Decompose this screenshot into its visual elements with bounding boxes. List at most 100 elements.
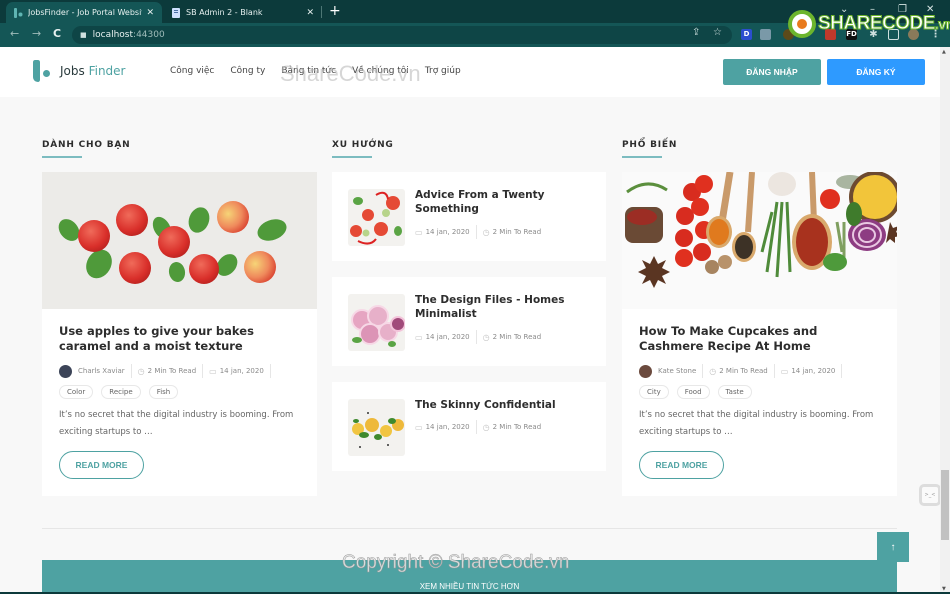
nav-companies[interactable]: Công ty: [230, 66, 265, 76]
section-title-popular: PHỔ BIẾN: [622, 140, 678, 158]
logo-text-finder: Finder: [88, 64, 126, 78]
tag-list: Color Recipe Fish: [59, 385, 300, 399]
share-icon[interactable]: ⇪: [692, 27, 700, 38]
tab-title: JobsFinder - Job Portal Website T: [28, 8, 142, 17]
main-nav: Công việc Công ty Bảng tin tức Về chúng …: [170, 66, 477, 76]
tag[interactable]: Fish: [148, 385, 179, 399]
nav-help[interactable]: Trợ giúp: [425, 66, 461, 76]
sharecode-watermark-logo: SHARECODE.vn: [788, 10, 950, 38]
page-content: Jobs Finder Công việc Công ty Bảng tin t…: [0, 47, 940, 594]
new-tab-button[interactable]: +: [329, 2, 341, 20]
read-more-button[interactable]: READ MORE: [639, 451, 724, 479]
article-title[interactable]: How To Make Cupcakes and Cashmere Recipe…: [639, 324, 880, 354]
address-bar[interactable]: ■ localhost:44300: [72, 26, 732, 44]
tag[interactable]: Color: [59, 385, 94, 399]
onion-slices-thumbnail: [348, 294, 405, 351]
tomato-salad-thumbnail: [348, 189, 405, 246]
article-card-for-you: Use apples to give your bakes caramel an…: [42, 172, 317, 496]
article-excerpt: It’s no secret that the digital industry…: [59, 410, 294, 437]
logo-mark-icon: [33, 60, 53, 82]
chat-widget-icon[interactable]: >_<: [919, 484, 940, 506]
extension-icon[interactable]: [760, 29, 771, 40]
article-meta: Kate Stone ◷ 2 Min To Read ▭ 14 jan, 2020: [639, 364, 880, 378]
publish-date: 14 jan, 2020: [425, 423, 470, 431]
close-tab-icon[interactable]: ✕: [146, 8, 154, 18]
tag[interactable]: City: [639, 385, 669, 399]
url-host: localhost: [92, 30, 134, 40]
author-avatar: [59, 364, 72, 378]
read-more-button[interactable]: READ MORE: [59, 451, 144, 479]
forward-icon[interactable]: →: [32, 27, 41, 40]
trending-title[interactable]: The Design Files - Homes Minimalist: [415, 293, 595, 321]
publish-date: 14 jan, 2020: [425, 333, 470, 341]
article-excerpt: It’s no secret that the digital industry…: [639, 410, 874, 437]
calendar-icon: ▭: [780, 366, 789, 376]
tag[interactable]: Food: [676, 385, 710, 399]
read-time: 2 Min To Read: [492, 423, 542, 431]
spices-image[interactable]: [622, 172, 897, 309]
trending-title[interactable]: The Skinny Confidential: [415, 398, 595, 412]
read-time: 2 Min To Read: [492, 228, 542, 236]
document-favicon-icon: [172, 7, 181, 18]
nav-jobs[interactable]: Công việc: [170, 66, 214, 76]
article-card-popular: How To Make Cupcakes and Cashmere Recipe…: [622, 172, 897, 496]
tag[interactable]: Taste: [717, 385, 752, 399]
article-title[interactable]: Use apples to give your bakes caramel an…: [59, 324, 300, 354]
clock-icon: ◷: [137, 366, 145, 376]
register-button[interactable]: ĐĂNG KÝ: [827, 59, 925, 85]
read-time: 2 Min To Read: [147, 367, 197, 375]
close-tab-icon[interactable]: ✕: [306, 8, 314, 18]
calendar-icon: ▭: [415, 227, 423, 237]
tag[interactable]: Recipe: [101, 385, 141, 399]
calendar-icon: ▭: [209, 366, 217, 376]
pasta-basil-thumbnail: [348, 399, 405, 456]
watermark-brand: SHARECODE: [818, 13, 936, 35]
reload-icon[interactable]: C: [53, 27, 61, 40]
nav-news[interactable]: Bảng tin tức: [281, 66, 336, 76]
section-title-for-you: DÀNH CHO BẠN: [42, 140, 131, 158]
read-time: 2 Min To Read: [719, 367, 768, 375]
jobsfinder-favicon-icon: [14, 7, 23, 18]
clock-icon: ◷: [482, 332, 490, 342]
publish-date: 14 jan, 2020: [425, 228, 470, 236]
page-scrollbar[interactable]: ▲ ▼: [940, 47, 950, 594]
bookmark-star-icon[interactable]: ☆: [713, 27, 722, 38]
login-button[interactable]: ĐĂNG NHẬP: [723, 59, 821, 85]
scroll-up-arrow-icon[interactable]: ▲: [942, 49, 946, 55]
publish-date: 14 jan, 2020: [219, 367, 264, 375]
clock-icon: ◷: [709, 366, 717, 376]
more-news-button[interactable]: XEM NHIỀU TIN TỨC HƠN: [42, 560, 897, 594]
nav-about[interactable]: Về chúng tôi: [352, 66, 409, 76]
extension-d-icon[interactable]: D: [741, 29, 752, 40]
read-time: 2 Min To Read: [492, 333, 542, 341]
calendar-icon: ▭: [415, 332, 423, 342]
calendar-icon: ▭: [415, 422, 423, 432]
trending-item[interactable]: Advice From a Twenty Something ▭ 14 jan, …: [332, 172, 606, 261]
trending-item[interactable]: The Skinny Confidential ▭ 14 jan, 2020 ◷ 2…: [332, 382, 606, 471]
section-title-trending: XU HƯỚNG: [332, 140, 394, 158]
lock-icon: ■: [80, 31, 87, 39]
tab-jobsfinder[interactable]: JobsFinder - Job Portal Website T ✕: [6, 2, 162, 23]
trending-item[interactable]: The Design Files - Homes Minimalist ▭ 14 …: [332, 277, 606, 366]
article-meta: Charls Xaviar ◷ 2 Min To Read ▭ 14 jan, 20…: [59, 364, 300, 378]
publish-date: 14 jan, 2020: [791, 367, 836, 375]
trending-title[interactable]: Advice From a Twenty Something: [415, 188, 595, 216]
author-avatar: [639, 364, 652, 378]
logo-text-jobs: Jobs: [60, 64, 85, 78]
sharecode-logo-icon: [788, 10, 816, 38]
clock-icon: ◷: [482, 227, 490, 237]
clock-icon: ◷: [482, 422, 490, 432]
section-divider: [42, 528, 897, 529]
back-icon[interactable]: ←: [10, 27, 19, 40]
tab-separator: [321, 6, 322, 18]
url-port: :44300: [133, 30, 165, 40]
scrollbar-thumb[interactable]: [941, 470, 949, 540]
scroll-to-top-button[interactable]: ↑: [877, 532, 909, 562]
tab-sb-admin[interactable]: SB Admin 2 - Blank ✕: [164, 2, 322, 23]
tag-list: City Food Taste: [639, 385, 880, 399]
watermark-tld: .vn: [934, 16, 950, 33]
site-logo[interactable]: Jobs Finder: [33, 60, 125, 82]
site-header: Jobs Finder Công việc Công ty Bảng tin t…: [0, 47, 940, 97]
tab-title: SB Admin 2 - Blank: [186, 8, 263, 17]
apples-image[interactable]: [42, 172, 317, 309]
